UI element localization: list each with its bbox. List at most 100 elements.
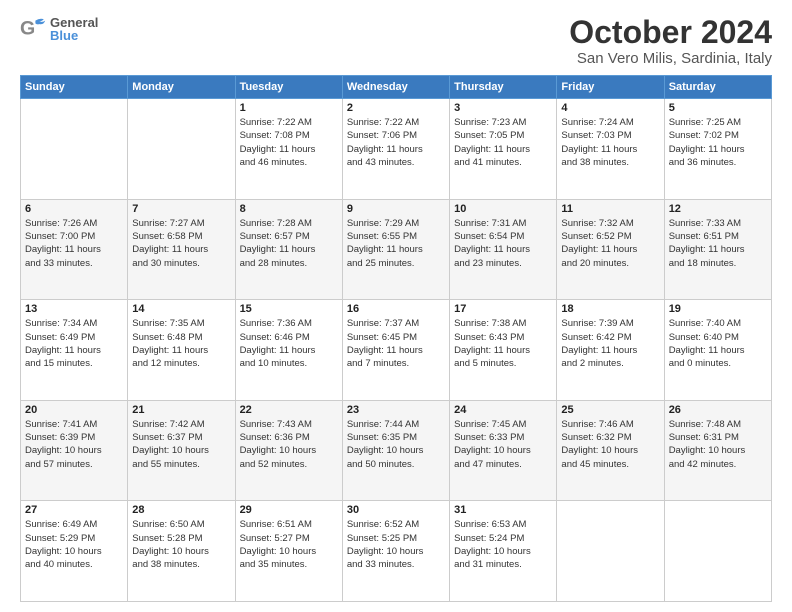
table-row: 30Sunrise: 6:52 AM Sunset: 5:25 PM Dayli… [342, 501, 449, 602]
table-row: 15Sunrise: 7:36 AM Sunset: 6:46 PM Dayli… [235, 300, 342, 401]
table-row [664, 501, 771, 602]
day-number: 12 [669, 203, 767, 215]
table-row: 11Sunrise: 7:32 AM Sunset: 6:52 PM Dayli… [557, 199, 664, 300]
table-row: 25Sunrise: 7:46 AM Sunset: 6:32 PM Dayli… [557, 400, 664, 501]
day-info: Sunrise: 7:33 AM Sunset: 6:51 PM Dayligh… [669, 217, 767, 270]
calendar-header: Sunday Monday Tuesday Wednesday Thursday… [21, 76, 772, 99]
day-number: 23 [347, 404, 445, 416]
weekday-header-row: Sunday Monday Tuesday Wednesday Thursday… [21, 76, 772, 99]
table-row: 26Sunrise: 7:48 AM Sunset: 6:31 PM Dayli… [664, 400, 771, 501]
table-row: 9 Sunrise: 7:29 AM Sunset: 6:55 PM Daylig… [342, 199, 449, 300]
table-row: 27Sunrise: 6:49 AM Sunset: 5:29 PM Dayli… [21, 501, 128, 602]
day-info: Sunrise: 6:52 AM Sunset: 5:25 PM Dayligh… [347, 518, 445, 571]
day-info: Sunrise: 7:43 AM Sunset: 6:36 PM Dayligh… [240, 418, 338, 471]
day-info: Sunrise: 7:37 AM Sunset: 6:45 PM Dayligh… [347, 317, 445, 370]
title-area: October 2024 San Vero Milis, Sardinia, I… [569, 15, 772, 67]
day-info: Sunrise: 7:35 AM Sunset: 6:48 PM Dayligh… [132, 317, 230, 370]
day-number: 13 [25, 303, 123, 315]
logo-blue: Blue [50, 29, 98, 42]
table-row: 8Sunrise: 7:28 AM Sunset: 6:57 PM Daylig… [235, 199, 342, 300]
day-info: Sunrise: 7:27 AM Sunset: 6:58 PM Dayligh… [132, 217, 230, 270]
table-row: 21 Sunrise: 7:42 AM Sunset: 6:37 PM Dayli… [128, 400, 235, 501]
day-number: 31 [454, 504, 552, 516]
day-info: Sunrise: 7:26 AM Sunset: 7:00 PM Dayligh… [25, 217, 123, 270]
table-row: 19 Sunrise: 7:40 AM Sunset: 6:40 PM Dayli… [664, 300, 771, 401]
table-row: 23 Sunrise: 7:44 AM Sunset: 6:35 PM Dayli… [342, 400, 449, 501]
table-row: 14Sunrise: 7:35 AM Sunset: 6:48 PM Dayli… [128, 300, 235, 401]
table-row: 4Sunrise: 7:24 AM Sunset: 7:03 PM Daylig… [557, 99, 664, 200]
table-row: 13Sunrise: 7:34 AM Sunset: 6:49 PM Dayli… [21, 300, 128, 401]
day-number: 17 [454, 303, 552, 315]
day-number: 18 [561, 303, 659, 315]
header: G General Blue October 2024 San Vero Mil… [20, 15, 772, 67]
day-number: 1 [240, 102, 338, 114]
day-info: Sunrise: 6:51 AM Sunset: 5:27 PM Dayligh… [240, 518, 338, 571]
day-number: 24 [454, 404, 552, 416]
day-number: 6 [25, 203, 123, 215]
day-info: Sunrise: 7:25 AM Sunset: 7:02 PM Dayligh… [669, 116, 767, 169]
table-row: 12 Sunrise: 7:33 AM Sunset: 6:51 PM Dayli… [664, 199, 771, 300]
table-row: 16 Sunrise: 7:37 AM Sunset: 6:45 PM Dayli… [342, 300, 449, 401]
header-tuesday: Tuesday [235, 76, 342, 99]
calendar-week-4: 27Sunrise: 6:49 AM Sunset: 5:29 PM Dayli… [21, 501, 772, 602]
day-number: 20 [25, 404, 123, 416]
day-info: Sunrise: 7:42 AM Sunset: 6:37 PM Dayligh… [132, 418, 230, 471]
logo-text-block: General Blue [50, 16, 98, 42]
day-number: 11 [561, 203, 659, 215]
day-number: 26 [669, 404, 767, 416]
main-title: October 2024 [569, 15, 772, 50]
header-thursday: Thursday [450, 76, 557, 99]
day-info: Sunrise: 7:36 AM Sunset: 6:46 PM Dayligh… [240, 317, 338, 370]
table-row: 3 Sunrise: 7:23 AM Sunset: 7:05 PM Daylig… [450, 99, 557, 200]
day-info: Sunrise: 7:44 AM Sunset: 6:35 PM Dayligh… [347, 418, 445, 471]
header-friday: Friday [557, 76, 664, 99]
day-info: Sunrise: 6:53 AM Sunset: 5:24 PM Dayligh… [454, 518, 552, 571]
day-number: 2 [347, 102, 445, 114]
day-number: 19 [669, 303, 767, 315]
day-number: 16 [347, 303, 445, 315]
calendar-week-3: 20Sunrise: 7:41 AM Sunset: 6:39 PM Dayli… [21, 400, 772, 501]
table-row: 31 Sunrise: 6:53 AM Sunset: 5:24 PM Dayli… [450, 501, 557, 602]
table-row [128, 99, 235, 200]
day-info: Sunrise: 7:40 AM Sunset: 6:40 PM Dayligh… [669, 317, 767, 370]
day-info: Sunrise: 7:46 AM Sunset: 6:32 PM Dayligh… [561, 418, 659, 471]
svg-text:G: G [20, 18, 35, 40]
table-row: 7Sunrise: 7:27 AM Sunset: 6:58 PM Daylig… [128, 199, 235, 300]
day-number: 9 [347, 203, 445, 215]
header-wednesday: Wednesday [342, 76, 449, 99]
table-row: 28Sunrise: 6:50 AM Sunset: 5:28 PM Dayli… [128, 501, 235, 602]
day-number: 21 [132, 404, 230, 416]
table-row: 5 Sunrise: 7:25 AM Sunset: 7:02 PM Daylig… [664, 99, 771, 200]
calendar-week-1: 6 Sunrise: 7:26 AM Sunset: 7:00 PM Daylig… [21, 199, 772, 300]
day-info: Sunrise: 7:45 AM Sunset: 6:33 PM Dayligh… [454, 418, 552, 471]
table-row: 20Sunrise: 7:41 AM Sunset: 6:39 PM Dayli… [21, 400, 128, 501]
table-row: 6 Sunrise: 7:26 AM Sunset: 7:00 PM Daylig… [21, 199, 128, 300]
day-info: Sunrise: 7:22 AM Sunset: 7:08 PM Dayligh… [240, 116, 338, 169]
day-info: Sunrise: 7:31 AM Sunset: 6:54 PM Dayligh… [454, 217, 552, 270]
calendar-week-2: 13Sunrise: 7:34 AM Sunset: 6:49 PM Dayli… [21, 300, 772, 401]
day-info: Sunrise: 7:38 AM Sunset: 6:43 PM Dayligh… [454, 317, 552, 370]
header-monday: Monday [128, 76, 235, 99]
table-row: 10 Sunrise: 7:31 AM Sunset: 6:54 PM Dayli… [450, 199, 557, 300]
subtitle: San Vero Milis, Sardinia, Italy [569, 50, 772, 67]
day-info: Sunrise: 7:22 AM Sunset: 7:06 PM Dayligh… [347, 116, 445, 169]
day-info: Sunrise: 7:23 AM Sunset: 7:05 PM Dayligh… [454, 116, 552, 169]
header-saturday: Saturday [664, 76, 771, 99]
calendar-body: 1 Sunrise: 7:22 AM Sunset: 7:08 PM Daylig… [21, 99, 772, 602]
table-row: 17 Sunrise: 7:38 AM Sunset: 6:43 PM Dayli… [450, 300, 557, 401]
calendar-week-0: 1 Sunrise: 7:22 AM Sunset: 7:08 PM Daylig… [21, 99, 772, 200]
day-info: Sunrise: 7:29 AM Sunset: 6:55 PM Dayligh… [347, 217, 445, 270]
header-sunday: Sunday [21, 76, 128, 99]
day-number: 8 [240, 203, 338, 215]
day-number: 10 [454, 203, 552, 215]
day-info: Sunrise: 7:24 AM Sunset: 7:03 PM Dayligh… [561, 116, 659, 169]
table-row: 22 Sunrise: 7:43 AM Sunset: 6:36 PM Dayli… [235, 400, 342, 501]
table-row: 18Sunrise: 7:39 AM Sunset: 6:42 PM Dayli… [557, 300, 664, 401]
logo: G General Blue [20, 15, 98, 43]
day-info: Sunrise: 6:49 AM Sunset: 5:29 PM Dayligh… [25, 518, 123, 571]
day-number: 5 [669, 102, 767, 114]
day-number: 22 [240, 404, 338, 416]
day-number: 3 [454, 102, 552, 114]
day-number: 28 [132, 504, 230, 516]
table-row: 2 Sunrise: 7:22 AM Sunset: 7:06 PM Daylig… [342, 99, 449, 200]
